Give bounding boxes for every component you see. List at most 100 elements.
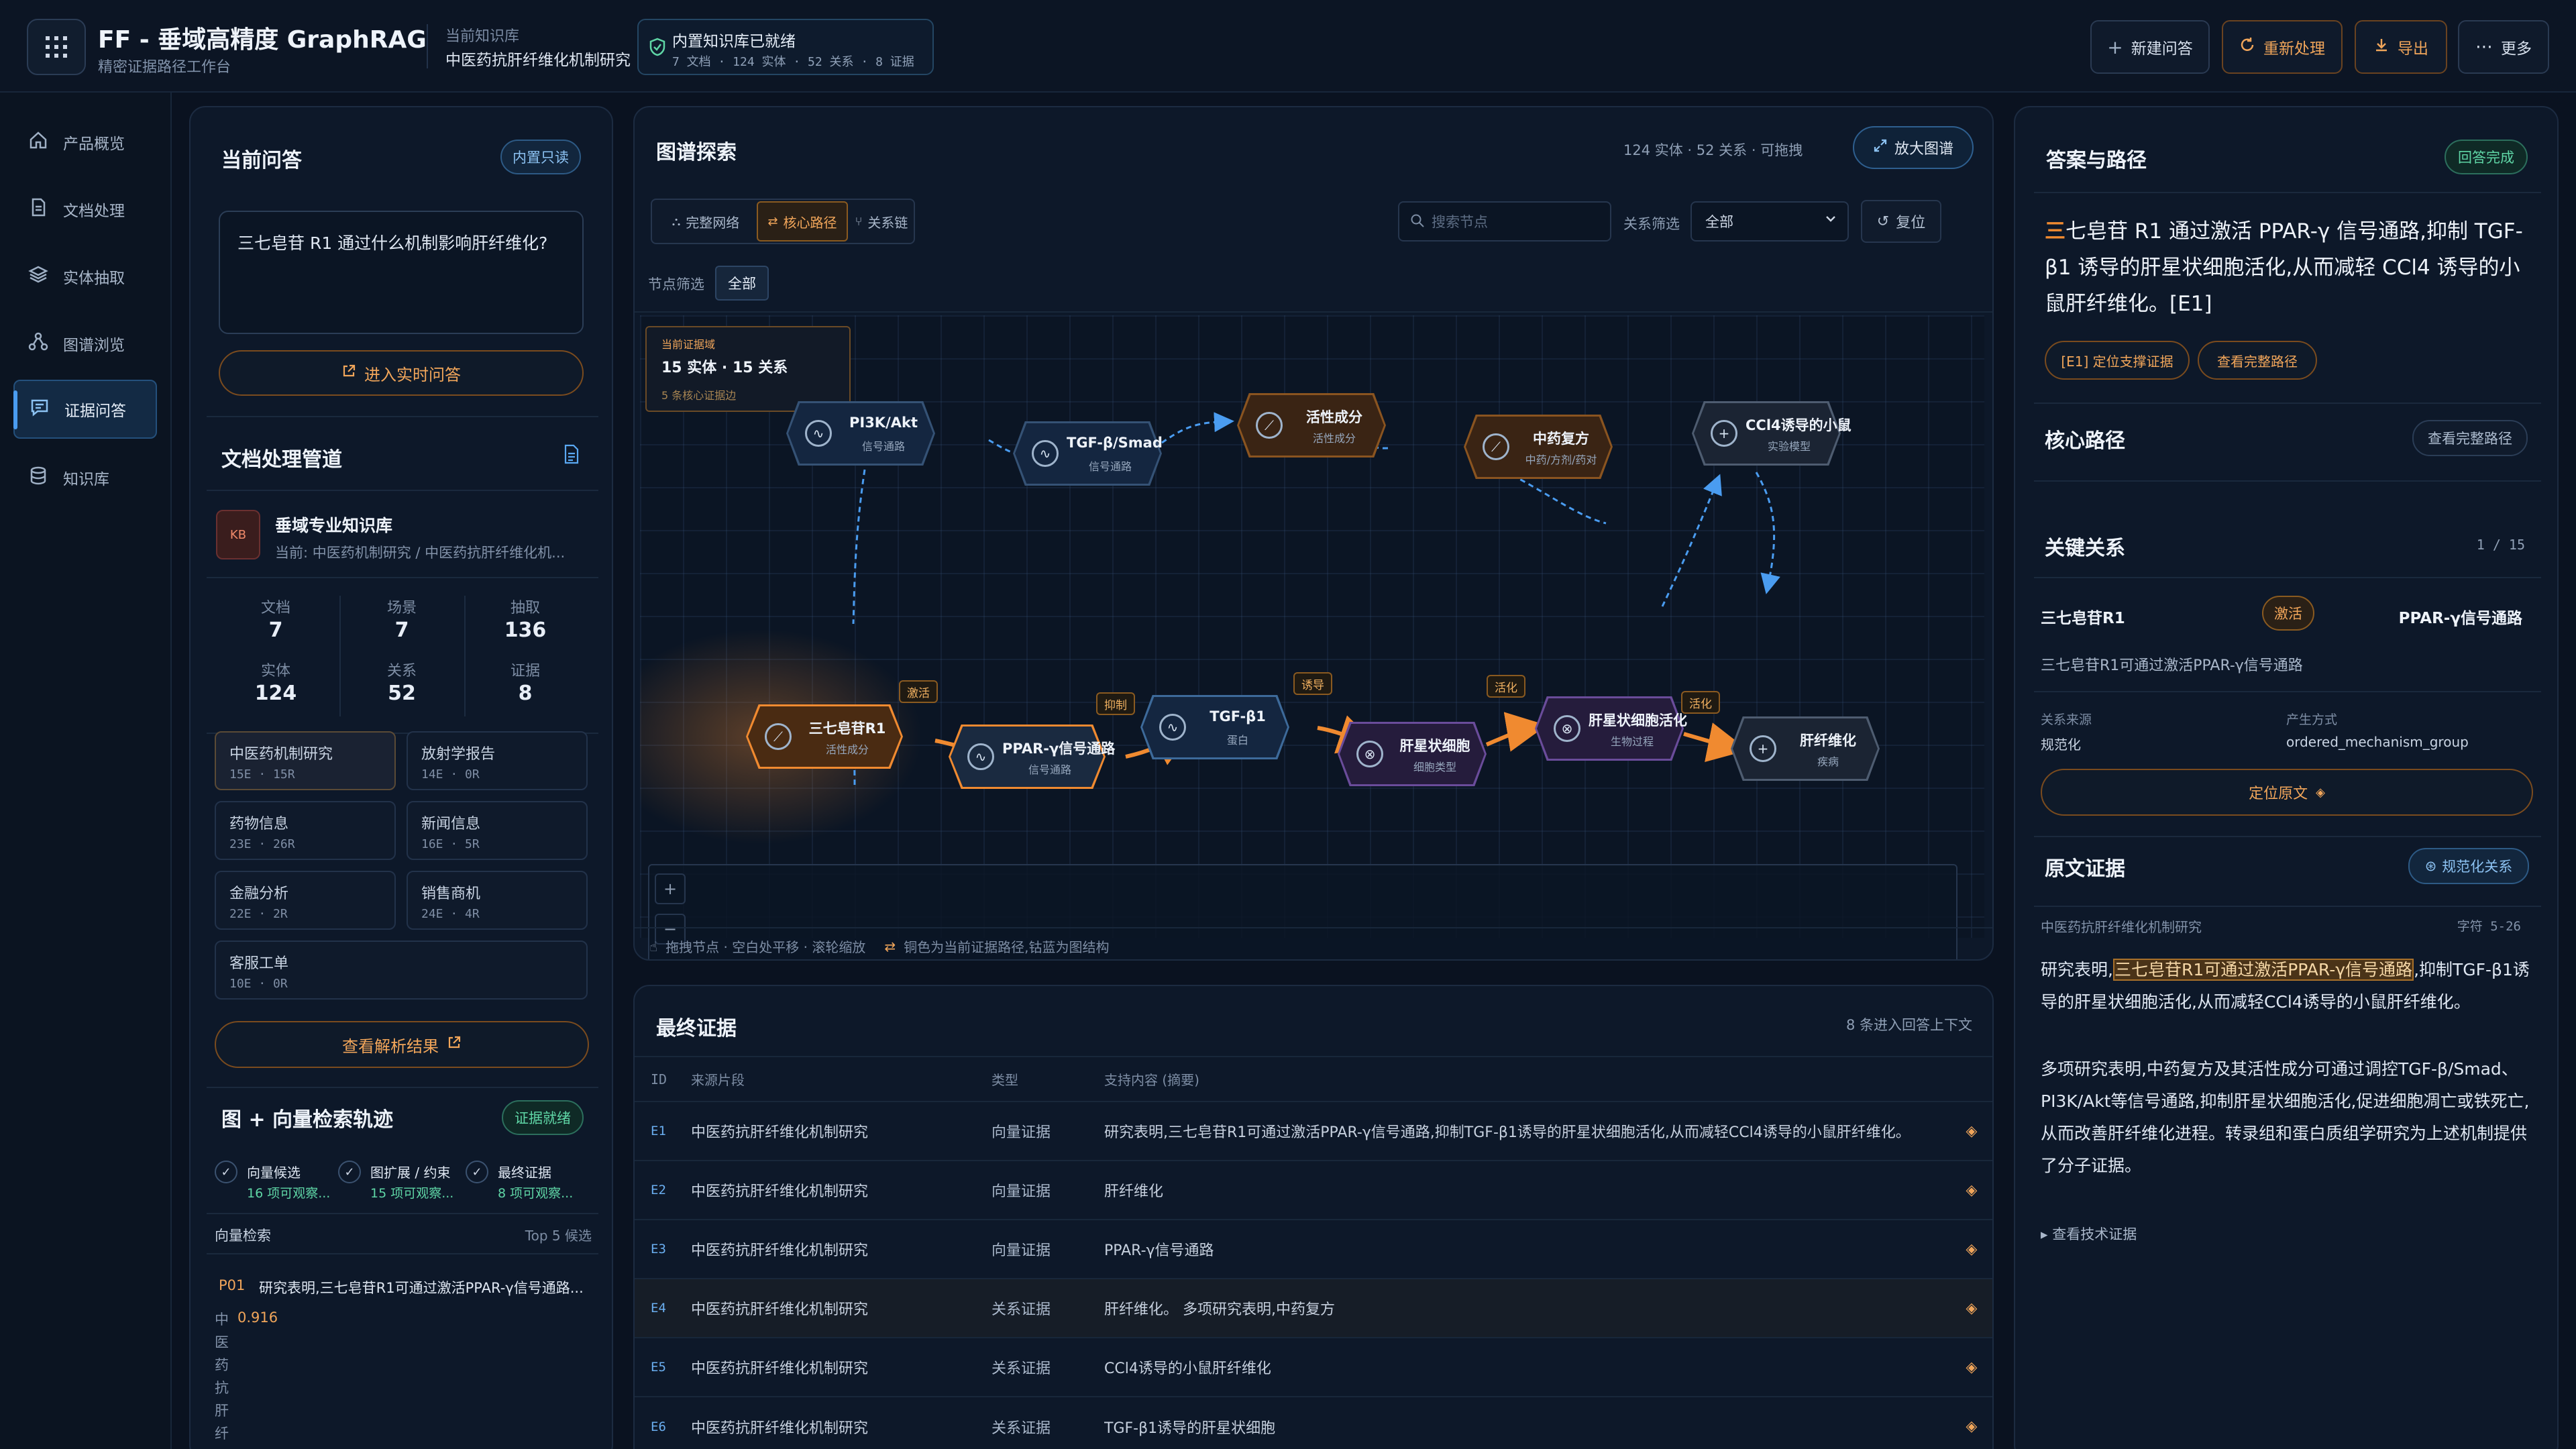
export-button[interactable]: 导出 [2355,20,2447,74]
locate-diamond-icon[interactable]: ◈ [1948,1160,1992,1220]
locate-diamond-icon[interactable]: ◈ [1948,1396,1992,1449]
tab-full-network[interactable]: ⛬ 完整网络 [653,201,758,241]
table-row[interactable]: E6 中医药抗肝纤维化机制研究 关系证据 TGF-β1诱导的肝星状细胞 ◈ [635,1396,1992,1449]
reprocess-button[interactable]: 重新处理 [2222,20,2343,74]
hint-right: 铜色为当前证据路径,钴蓝为图结构 [904,939,1110,955]
relation-filter-select[interactable]: 全部 [1690,201,1849,241]
question-input[interactable]: 三七皂苷 R1 通过什么机制影响肝纤维化? [219,211,584,334]
graph-node[interactable]: ∿ PPAR-γ信号通路 信号通路 [949,724,1115,789]
status-detail: 7 文档 · 124 实体 · 52 关系 · 8 证据 [672,55,914,69]
model-icon: + [1711,420,1737,447]
pathway-icon: ∿ [1032,440,1059,467]
graph-node[interactable]: ⊗ 肝星状细胞活化 生物过程 [1535,696,1687,761]
graph-node-selected[interactable]: ⟋ 三七皂苷R1 活性成分 [746,704,903,769]
app-title: FF - 垂域高精度 GraphRAG [98,26,427,54]
node-search-input[interactable]: 搜索节点 [1398,201,1611,241]
sidebar-item-graph[interactable]: 图谱浏览 [13,314,157,373]
divider [207,1087,598,1088]
graph-node[interactable]: ∿ PI3K/Akt 信号通路 [786,401,935,466]
relation-head: 三七皂苷R1 [2041,610,2125,627]
file-icon[interactable] [564,444,580,467]
core-path-title: 核心路径 [2045,429,2125,453]
node-filter-all[interactable]: 全部 [715,266,769,301]
original-doc-name: 中医药抗肝纤维化机制研究 [2041,919,2202,935]
original-highlight[interactable]: 三七皂苷R1可通过激活PPAR-γ信号通路 [2112,959,2414,981]
locate-diamond-icon[interactable]: ◈ [1948,1101,1992,1161]
node-label: 肝纤维化 [1800,733,1856,749]
expand-graph-label: 放大图谱 [1894,141,1953,158]
graph-node[interactable]: ⟋ 活性成分 活性成分 [1237,393,1386,458]
pipeline-title: 文档处理管道 [221,448,342,472]
table-row[interactable]: E5 中医药抗肝纤维化机制研究 关系证据 CCl4诱导的小鼠肝纤维化 ◈ [635,1337,1992,1397]
scenario-card[interactable]: 中医药机制研究 15E · 15R [215,731,396,790]
sidebar-item-evidence-qa[interactable]: 证据问答 [13,380,157,439]
table-row[interactable]: E2 中医药抗肝纤维化机制研究 向量证据 肝纤维化 ◈ [635,1160,1992,1220]
more-button[interactable]: ⋯ 更多 [2458,20,2549,74]
column-header: 类型 [991,1072,1018,1088]
step-name: 向量候选 [247,1165,301,1181]
locate-evidence-button[interactable]: [E1] 定位支撑证据 [2045,341,2190,380]
locate-diamond-icon[interactable]: ◈ [1948,1219,1992,1279]
core-path-button[interactable]: 查看完整路径 [2412,420,2528,456]
view-path-button[interactable]: 查看完整路径 [2198,341,2317,380]
sidebar-item-docs[interactable]: 文档处理 [13,180,157,239]
graph-node[interactable]: + 肝纤维化 疾病 [1731,716,1880,781]
scenario-name: 药物信息 [229,816,289,833]
scenario-card[interactable]: 药物信息 23E · 26R [215,801,396,860]
scenario-card[interactable]: 新闻信息 16E · 5R [407,801,588,860]
new-qa-button[interactable]: + 新建问答 [2090,20,2210,74]
locate-source-button[interactable]: 定位原文 ◈ [2041,769,2533,816]
graph-node[interactable]: ⊗ 肝星状细胞 细胞类型 [1338,722,1487,786]
locate-diamond-icon[interactable]: ◈ [1948,1278,1992,1338]
scenario-card[interactable]: 销售商机 24E · 4R [407,871,588,930]
graph-node[interactable]: + CCl4诱导的小鼠 实验模型 [1692,401,1851,466]
external-link-icon [447,1035,462,1054]
more-label: 更多 [2501,40,2532,58]
graph-node[interactable]: ⟋ 中药复方 中药/方剂/药对 [1464,415,1613,479]
table-row[interactable]: E1 中医药抗肝纤维化机制研究 向量证据 研究表明,三七皂苷R1可通过激活PPAR-γ… [635,1101,1992,1161]
herb-icon: ⟋ [1483,433,1509,460]
zoom-in-button[interactable]: + [655,873,686,904]
sidebar-item-extract[interactable]: 实体抽取 [13,247,157,306]
relation-pager[interactable]: 1 / 15 [2477,537,2525,553]
evidence-ready-badge: 证据就绪 [502,1100,584,1135]
edge [1755,472,1780,594]
original-char-range: 字符 5-26 [2457,919,2521,934]
live-qa-button[interactable]: 进入实时问答 [219,350,584,396]
kb-status-card: 内置知识库已就绪 7 文档 · 124 实体 · 52 关系 · 8 证据 [637,19,934,75]
column-header: ID [651,1071,667,1087]
sidebar-item-kb[interactable]: 知识库 [13,448,157,507]
stat-label: 实体 [260,663,290,680]
node-type: 活性成分 [825,743,869,756]
evidence-panel: 最终证据 8 条进入回答上下文 ID 来源片段 类型 支持内容 (摘要) E1 中… [633,985,1994,1449]
sidebar-item-overview[interactable]: 产品概览 [13,113,157,172]
expand-graph-button[interactable]: 放大图谱 [1853,126,1974,169]
app-logo-icon[interactable] [27,19,86,75]
graph-canvas[interactable]: 当前证据域 15 实体 · 15 关系 5 条核心证据边 ∿ PI3K/Akt 信号… [640,315,1984,959]
scenario-card[interactable]: 放射学报告 14E · 0R [407,731,588,790]
view-results-button[interactable]: 查看解析结果 [215,1021,589,1068]
step-detail: 15 项可观察... [370,1186,454,1201]
kb-title: 垂域专业知识库 [275,516,393,535]
kb-path: 当前: 中医药机制研究 / 中医药抗肝纤维化机... [275,545,566,561]
table-row[interactable]: E3 中医药抗肝纤维化机制研究 向量证据 PPAR-γ信号通路 ◈ [635,1219,1992,1279]
reset-button[interactable]: ↺ 复位 [1861,200,1941,243]
process-icon: ⊗ [1554,715,1580,742]
graph-icon [28,331,48,356]
normalized-relation-badge[interactable]: ⊛ 规范化关系 [2408,848,2529,884]
candidate-text[interactable]: 研究表明,三七皂苷R1可通过激活PPAR-γ信号通路... [259,1277,594,1297]
scenario-card[interactable]: 金融分析 22E · 2R [215,871,396,930]
locate-diamond-icon[interactable]: ◈ [1948,1337,1992,1397]
graph-node[interactable]: ∿ TGF-β1 蛋白 [1140,695,1289,759]
table-row[interactable]: E4 中医药抗肝纤维化机制研究 关系证据 肝纤维化。 多项研究表明,中药复方 ◈ [635,1278,1992,1338]
tab-core-path[interactable]: ⇄ 核心路径 [757,201,848,241]
relation-tag: 激活 [2262,596,2314,631]
divider [339,596,341,716]
scenario-card[interactable]: 客服工单 10E · 0R [215,941,588,1000]
tab-label: 核心路径 [783,214,837,231]
graph-node[interactable]: ∿ TGF-β/Smad 信号通路 [1013,421,1163,486]
tech-evidence-toggle[interactable]: ▸ 查看技术证据 [2041,1224,2137,1244]
node-label: CCl4诱导的小鼠 [1746,417,1851,433]
tab-relation-chain[interactable]: ⑂ 关系链 [848,201,915,241]
reprocess-label: 重新处理 [2263,40,2325,58]
